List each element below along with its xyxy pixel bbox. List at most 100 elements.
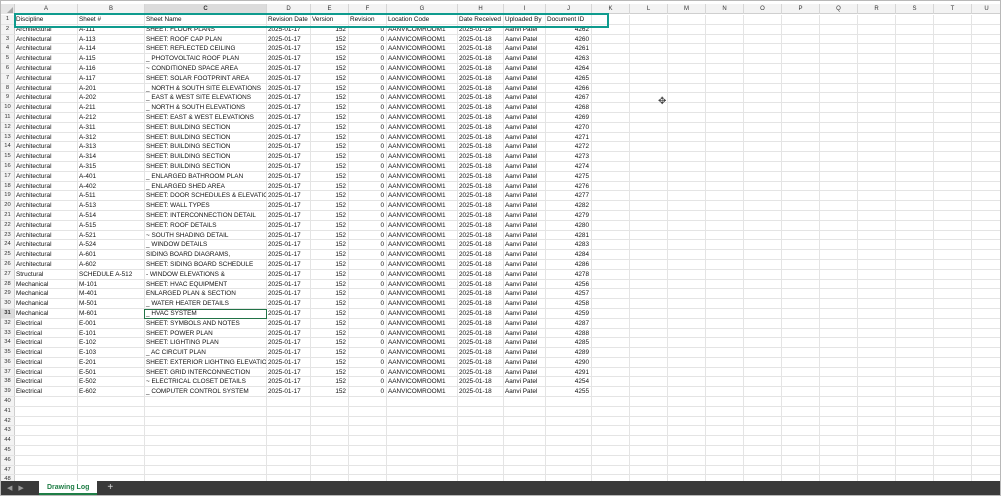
data-cell[interactable] <box>820 289 858 299</box>
data-cell[interactable]: Architectural <box>15 103 78 112</box>
data-cell[interactable] <box>630 181 668 191</box>
data-cell[interactable]: 0 <box>349 240 387 250</box>
data-cell[interactable] <box>706 93 744 103</box>
data-cell[interactable] <box>630 142 668 152</box>
data-cell[interactable]: Electrical <box>15 318 78 328</box>
data-cell[interactable] <box>630 338 668 348</box>
data-cell[interactable] <box>972 103 1000 112</box>
data-cell[interactable]: 4281 <box>546 230 592 240</box>
header-cell[interactable]: Uploaded By <box>504 15 546 24</box>
data-cell[interactable]: 0 <box>349 377 387 387</box>
data-cell[interactable] <box>668 406 706 416</box>
data-cell[interactable] <box>782 308 820 318</box>
data-cell[interactable] <box>668 54 706 63</box>
data-cell[interactable]: 2025-01-18 <box>458 181 504 191</box>
data-cell[interactable]: E-201 <box>78 357 145 367</box>
data-cell[interactable]: Aanvi Patel <box>504 230 546 240</box>
data-cell[interactable]: Electrical <box>15 377 78 387</box>
data-cell[interactable]: Architectural <box>15 112 78 122</box>
data-cell[interactable] <box>504 455 546 465</box>
data-cell[interactable] <box>858 220 896 230</box>
data-cell[interactable]: 2025-01-17 <box>267 93 311 103</box>
data-cell[interactable] <box>744 299 782 308</box>
data-cell[interactable]: 2025-01-17 <box>267 308 311 318</box>
data-cell[interactable] <box>820 387 858 397</box>
data-cell[interactable] <box>896 73 934 83</box>
data-cell[interactable]: Mechanical <box>15 299 78 308</box>
data-cell[interactable]: Aanvi Patel <box>504 191 546 201</box>
data-cell[interactable] <box>630 348 668 357</box>
data-cell[interactable] <box>504 446 546 455</box>
data-cell[interactable]: SCHEDULE A-512 <box>78 269 145 279</box>
data-cell[interactable]: 2025-01-17 <box>267 103 311 112</box>
data-cell[interactable]: - WINDOW ELEVATIONS & <box>145 269 267 279</box>
header-cell[interactable] <box>972 15 1000 24</box>
data-cell[interactable]: 152 <box>311 181 349 191</box>
data-cell[interactable] <box>744 436 782 446</box>
data-cell[interactable]: 4268 <box>546 103 592 112</box>
data-cell[interactable] <box>744 416 782 426</box>
data-cell[interactable]: 2025-01-18 <box>458 279 504 289</box>
data-cell[interactable] <box>592 446 630 455</box>
data-cell[interactable] <box>972 397 1000 406</box>
data-cell[interactable] <box>858 103 896 112</box>
data-cell[interactable]: Aanvi Patel <box>504 387 546 397</box>
data-cell[interactable] <box>706 181 744 191</box>
data-cell[interactable] <box>934 367 972 377</box>
data-cell[interactable] <box>145 465 267 475</box>
data-cell[interactable]: A-601 <box>78 250 145 259</box>
data-cell[interactable]: SHEET: POWER PLAN <box>145 328 267 338</box>
data-cell[interactable]: 0 <box>349 250 387 259</box>
data-cell[interactable] <box>782 397 820 406</box>
data-cell[interactable] <box>782 416 820 426</box>
data-cell[interactable] <box>668 446 706 455</box>
data-cell[interactable]: 2025-01-18 <box>458 348 504 357</box>
row-number[interactable]: 29 <box>1 289 15 299</box>
data-cell[interactable] <box>592 259 630 269</box>
data-cell[interactable]: SHEET: BUILDING SECTION <box>145 132 267 142</box>
data-cell[interactable] <box>504 397 546 406</box>
data-cell[interactable] <box>896 210 934 220</box>
data-cell[interactable] <box>858 465 896 475</box>
data-cell[interactable] <box>668 387 706 397</box>
data-cell[interactable] <box>311 455 349 465</box>
data-cell[interactable] <box>630 416 668 426</box>
data-cell[interactable] <box>15 436 78 446</box>
data-cell[interactable] <box>858 122 896 132</box>
data-cell[interactable]: AANVICOMROOM1 <box>387 83 458 93</box>
data-cell[interactable] <box>782 152 820 161</box>
data-cell[interactable] <box>858 132 896 142</box>
data-cell[interactable] <box>145 406 267 416</box>
data-cell[interactable]: 152 <box>311 63 349 73</box>
data-cell[interactable] <box>820 367 858 377</box>
data-cell[interactable] <box>630 152 668 161</box>
data-cell[interactable]: SHEET: ROOF CAP PLAN <box>145 34 267 44</box>
data-cell[interactable] <box>592 465 630 475</box>
data-cell[interactable] <box>820 348 858 357</box>
data-cell[interactable] <box>78 446 145 455</box>
data-cell[interactable] <box>15 446 78 455</box>
data-cell[interactable] <box>972 44 1000 53</box>
data-cell[interactable]: 4284 <box>546 250 592 259</box>
data-cell[interactable] <box>706 112 744 122</box>
data-cell[interactable]: 152 <box>311 230 349 240</box>
data-cell[interactable] <box>706 54 744 63</box>
data-cell[interactable] <box>972 123 1000 132</box>
data-cell[interactable] <box>592 122 630 132</box>
data-cell[interactable]: 4264 <box>546 63 592 73</box>
data-cell[interactable] <box>782 357 820 367</box>
column-header-u[interactable]: U <box>972 4 1000 14</box>
data-cell[interactable] <box>630 367 668 377</box>
data-cell[interactable] <box>972 368 1000 377</box>
data-cell[interactable] <box>820 328 858 338</box>
data-cell[interactable] <box>934 103 972 112</box>
row-number[interactable]: 28 <box>1 279 15 289</box>
data-cell[interactable] <box>934 416 972 426</box>
data-cell[interactable] <box>349 406 387 416</box>
data-cell[interactable] <box>668 416 706 426</box>
data-cell[interactable] <box>972 54 1000 63</box>
data-cell[interactable] <box>592 34 630 44</box>
column-header-d[interactable]: D <box>267 4 311 14</box>
row-number[interactable]: 27 <box>1 269 15 279</box>
row-number[interactable]: 5 <box>1 54 15 63</box>
